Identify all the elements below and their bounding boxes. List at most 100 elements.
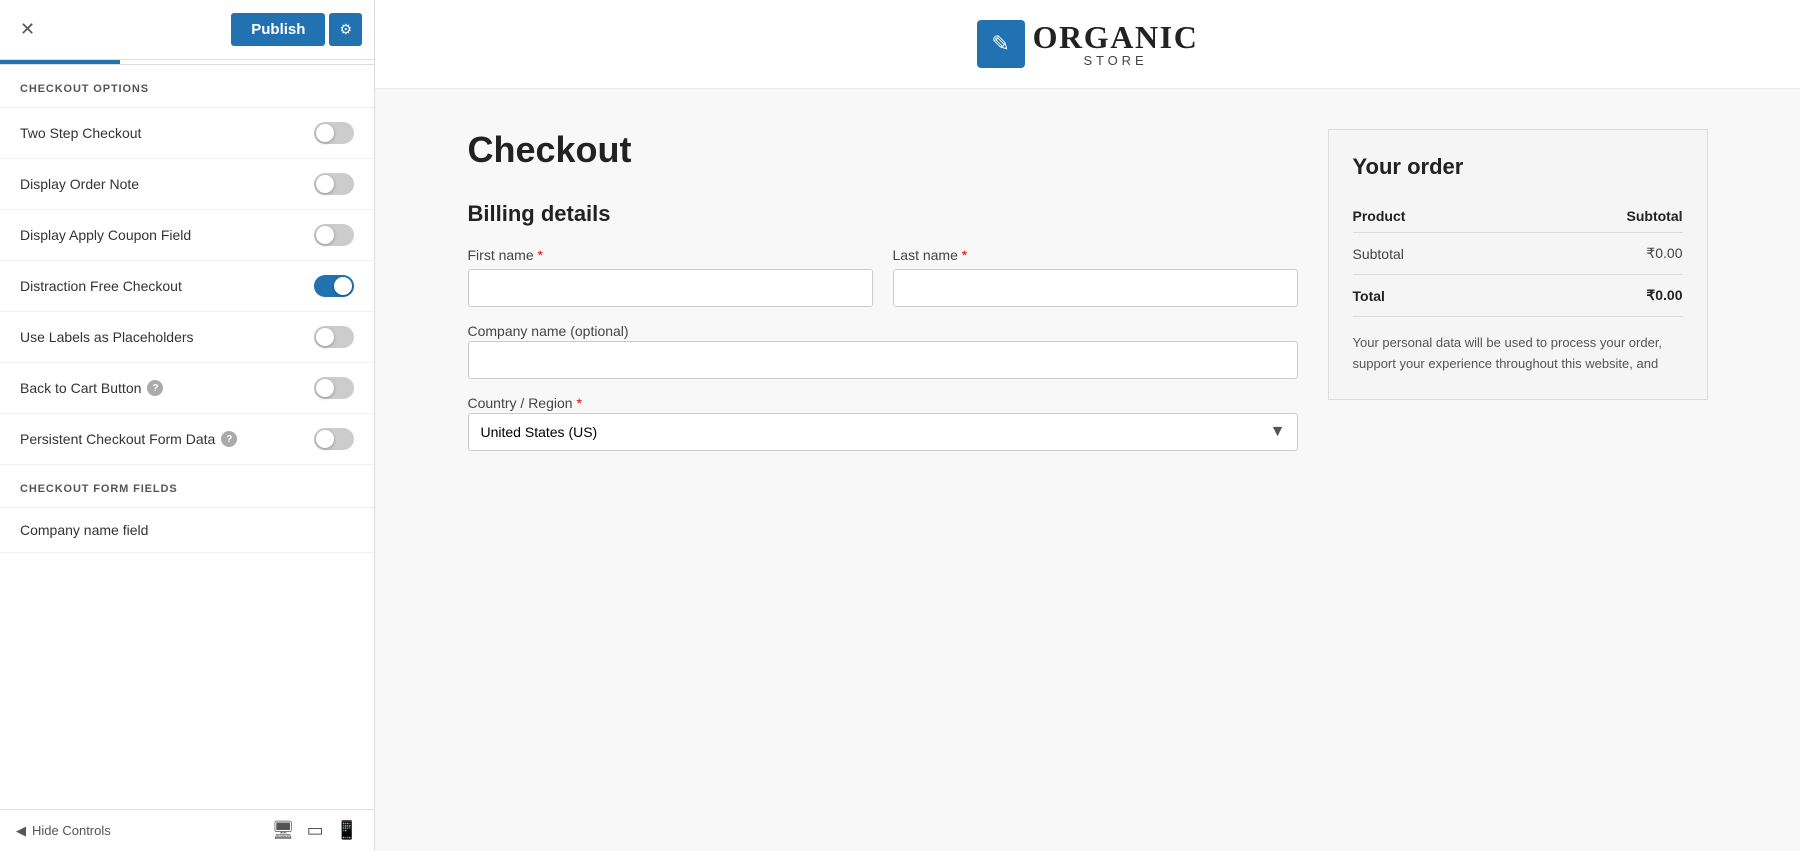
subtotal-label: Subtotal: [1353, 233, 1513, 275]
order-table: Product Subtotal Subtotal ₹0.00 Total ₹0…: [1353, 200, 1683, 317]
logo-area: ✎ ORGANIC STORE: [977, 20, 1199, 68]
toggle-back-to-cart[interactable]: [314, 377, 354, 399]
company-name-field-row: Company name field: [0, 508, 374, 553]
sidebar: ✕ Publish ⚙ CHECKOUT OPTIONS Two Step Ch…: [0, 0, 375, 851]
desktop-icon[interactable]: 🖥: [272, 820, 295, 841]
country-label: Country / Region *: [468, 395, 582, 411]
logo-text: ORGANIC STORE: [1033, 21, 1199, 68]
company-name-label: Company name (optional): [468, 323, 629, 339]
country-required: *: [576, 395, 581, 411]
toggle-display-order-note[interactable]: [314, 173, 354, 195]
toggle-track-back-to-cart: [314, 377, 354, 399]
toggle-track-distraction-free: [314, 275, 354, 297]
product-col-header: Product: [1353, 200, 1513, 233]
last-name-required: *: [962, 247, 967, 263]
publish-area: Publish ⚙: [231, 13, 362, 46]
toggle-track-persistent-form: [314, 428, 354, 450]
total-value: ₹0.00: [1513, 275, 1683, 317]
active-tab-indicator: [0, 60, 120, 64]
checkout-content: Checkout Billing details First name * La…: [438, 89, 1738, 507]
option-label-use-labels: Use Labels as Placeholders: [20, 329, 194, 345]
company-name-input[interactable]: [468, 341, 1298, 379]
persistent-form-text: Persistent Checkout Form Data: [20, 431, 215, 447]
toggle-thumb-display-order-note: [316, 175, 334, 193]
subtotal-col-header: Subtotal: [1513, 200, 1683, 233]
toggle-use-labels[interactable]: [314, 326, 354, 348]
checkout-main: Checkout Billing details First name * La…: [468, 129, 1298, 467]
order-title: Your order: [1353, 154, 1683, 180]
billing-title: Billing details: [468, 201, 1298, 227]
company-name-group: Company name (optional): [468, 323, 1298, 379]
country-select-wrap: United States (US) ▼: [468, 413, 1298, 451]
country-select[interactable]: United States (US): [468, 413, 1298, 451]
subtotal-row: Subtotal ₹0.00: [1353, 233, 1683, 275]
hide-controls-arrow: ◀: [16, 823, 26, 839]
back-to-cart-text: Back to Cart Button: [20, 380, 141, 396]
tablet-icon[interactable]: ▭: [307, 820, 324, 841]
first-name-input[interactable]: [468, 269, 873, 307]
first-name-label-text: First name: [468, 247, 534, 263]
logo-store: STORE: [1033, 53, 1199, 68]
checkout-title: Checkout: [468, 129, 1298, 171]
option-label-persistent-form: Persistent Checkout Form Data ?: [20, 431, 237, 447]
toggle-track-use-labels: [314, 326, 354, 348]
toggle-thumb-display-coupon: [316, 226, 334, 244]
toggle-thumb-back-to-cart: [316, 379, 334, 397]
option-display-order-note: Display Order Note: [0, 159, 374, 210]
order-sidebar: Your order Product Subtotal Subtotal ₹0.…: [1328, 129, 1708, 467]
toggle-track-display-coupon: [314, 224, 354, 246]
company-name-field-label: Company name field: [20, 522, 148, 538]
bottom-toolbar: ◀ Hide Controls 🖥 ▭ 📱: [0, 809, 374, 851]
form-fields-title: CHECKOUT FORM FIELDS: [0, 465, 374, 508]
country-group: Country / Region * United States (US) ▼: [468, 395, 1298, 451]
toggle-two-step[interactable]: [314, 122, 354, 144]
option-distraction-free: Distraction Free Checkout: [0, 261, 374, 312]
persistent-form-help-icon[interactable]: ?: [221, 431, 237, 447]
last-name-label-text: Last name: [893, 247, 958, 263]
mobile-icon[interactable]: 📱: [336, 820, 358, 841]
name-form-row: First name * Last name *: [468, 247, 1298, 307]
sidebar-inner: CHECKOUT OPTIONS Two Step Checkout Displ…: [0, 65, 374, 809]
device-icons: 🖥 ▭ 📱: [272, 820, 358, 841]
publish-button[interactable]: Publish: [231, 13, 325, 46]
toggle-thumb-distraction-free: [334, 277, 352, 295]
sidebar-header: ✕ Publish ⚙: [0, 0, 374, 60]
option-persistent-form: Persistent Checkout Form Data ?: [0, 414, 374, 465]
first-name-required: *: [538, 247, 543, 263]
toggle-thumb-use-labels: [316, 328, 334, 346]
logo-icon: ✎: [977, 20, 1025, 68]
option-label-distraction-free: Distraction Free Checkout: [20, 278, 182, 294]
option-use-labels: Use Labels as Placeholders: [0, 312, 374, 363]
option-back-to-cart: Back to Cart Button ?: [0, 363, 374, 414]
subtotal-value: ₹0.00: [1513, 233, 1683, 275]
back-to-cart-help-icon[interactable]: ?: [147, 380, 163, 396]
total-label: Total: [1353, 275, 1513, 317]
last-name-group: Last name *: [893, 247, 1298, 307]
order-box: Your order Product Subtotal Subtotal ₹0.…: [1328, 129, 1708, 400]
option-display-coupon: Display Apply Coupon Field: [0, 210, 374, 261]
country-label-text: Country / Region: [468, 395, 573, 411]
option-label-display-order-note: Display Order Note: [20, 176, 139, 192]
toggle-distraction-free[interactable]: [314, 275, 354, 297]
checkout-options-title: CHECKOUT OPTIONS: [0, 65, 374, 108]
toggle-thumb-two-step: [316, 124, 334, 142]
last-name-label: Last name *: [893, 247, 1298, 263]
first-name-label: First name *: [468, 247, 873, 263]
option-label-two-step: Two Step Checkout: [20, 125, 141, 141]
option-label-back-to-cart: Back to Cart Button ?: [20, 380, 163, 396]
total-row: Total ₹0.00: [1353, 275, 1683, 317]
toggle-track-two-step: [314, 122, 354, 144]
preview-header: ✎ ORGANIC STORE: [375, 0, 1800, 89]
toggle-display-coupon[interactable]: [314, 224, 354, 246]
last-name-input[interactable]: [893, 269, 1298, 307]
settings-button[interactable]: ⚙: [329, 13, 362, 46]
logo-organic: ORGANIC: [1033, 21, 1199, 53]
option-label-display-coupon: Display Apply Coupon Field: [20, 227, 191, 243]
hide-controls-label: Hide Controls: [32, 823, 111, 838]
first-name-group: First name *: [468, 247, 873, 307]
hide-controls-btn[interactable]: ◀ Hide Controls: [16, 823, 111, 839]
order-note: Your personal data will be used to proce…: [1353, 333, 1683, 375]
toggle-persistent-form[interactable]: [314, 428, 354, 450]
toggle-thumb-persistent-form: [316, 430, 334, 448]
close-button[interactable]: ✕: [12, 15, 43, 44]
